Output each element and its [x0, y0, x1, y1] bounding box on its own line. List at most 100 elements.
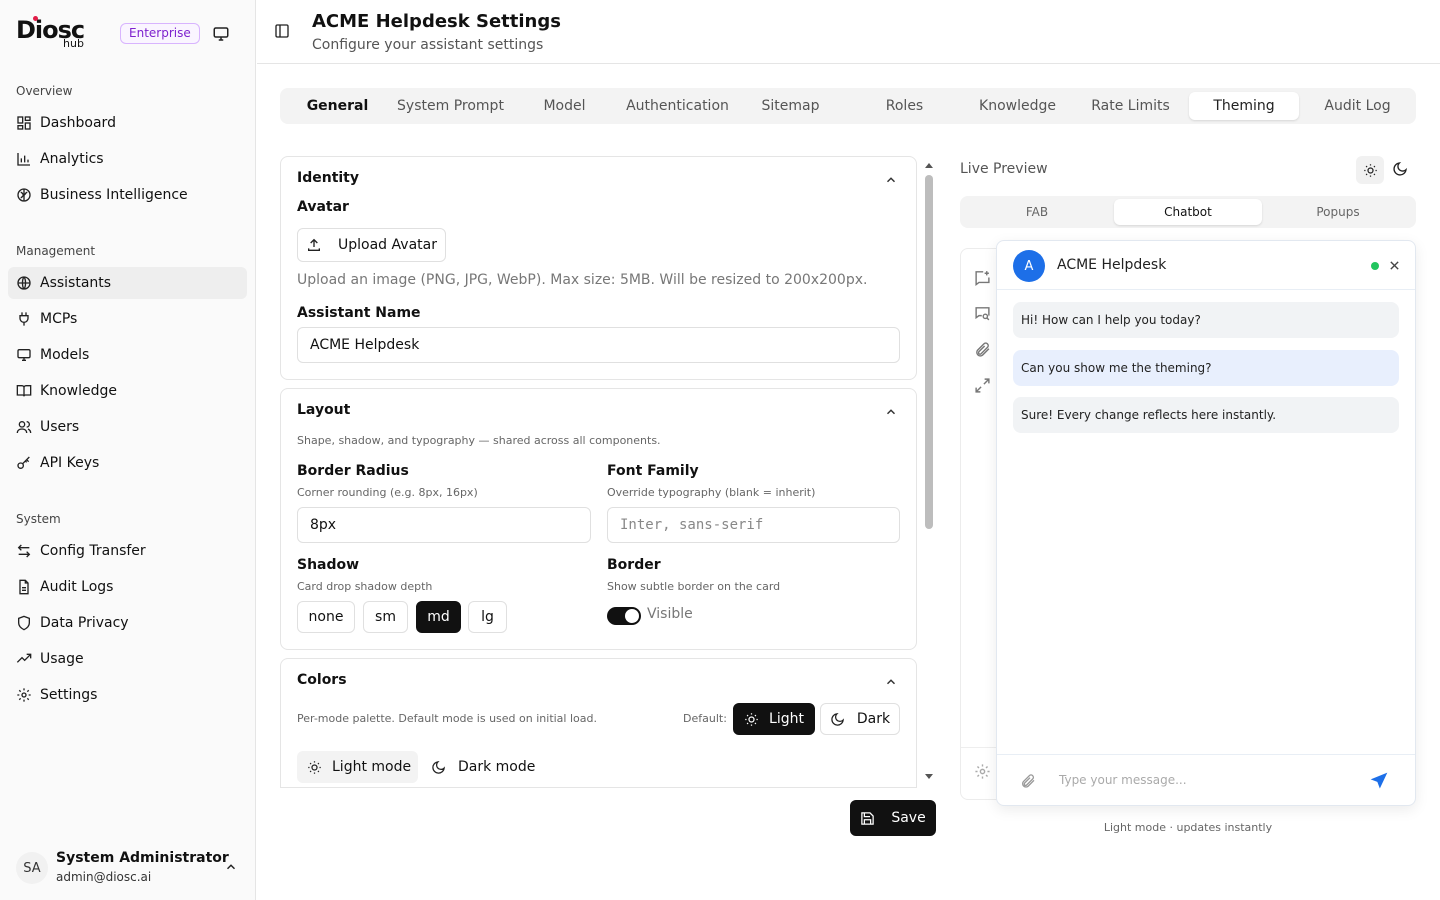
preview-footer: Light mode · updates instantly: [1103, 821, 1273, 834]
sidebar-item-business-intelligence[interactable]: Business Intelligence: [8, 179, 247, 211]
shadow-option-md[interactable]: md: [416, 601, 461, 633]
new-chat-icon[interactable]: [974, 269, 991, 286]
tab-model[interactable]: Model: [509, 92, 620, 120]
default-light-button[interactable]: Light: [733, 703, 815, 735]
scroll-divider: [280, 787, 917, 788]
shadow-option-none[interactable]: none: [297, 601, 355, 633]
save-icon: [860, 811, 875, 826]
key-icon: [16, 455, 32, 471]
paperclip-icon[interactable]: [1020, 773, 1036, 789]
avatar: SA: [16, 852, 48, 884]
sidebar-item-label: Audit Logs: [40, 579, 114, 595]
attachment-icon[interactable]: [974, 341, 991, 358]
settings-gear-icon[interactable]: [974, 763, 991, 780]
sidebar-item-data-privacy[interactable]: Data Privacy: [8, 607, 247, 639]
upload-avatar-button[interactable]: Upload Avatar: [297, 228, 446, 262]
assistant-name-input[interactable]: ACME Helpdesk: [297, 327, 900, 363]
close-icon[interactable]: [1389, 260, 1400, 271]
chat-input-bar: Type your message...: [997, 754, 1415, 806]
brand-logo[interactable]: Diosc hub: [16, 16, 85, 49]
sidebar-item-api-keys[interactable]: API Keys: [8, 447, 247, 479]
shadow-option-sm[interactable]: sm: [363, 601, 408, 633]
send-icon[interactable]: [1369, 771, 1389, 791]
shadow-option-lg[interactable]: lg: [468, 601, 507, 633]
sidebar-toggle-icon[interactable]: [274, 23, 290, 39]
sidebar-item-settings[interactable]: Settings: [8, 679, 247, 711]
online-indicator: [1371, 262, 1379, 270]
default-dark-button[interactable]: Dark: [820, 703, 900, 735]
chevron-up-icon: [224, 860, 238, 874]
sidebar-item-knowledge[interactable]: Knowledge: [8, 375, 247, 407]
sidebar-item-usage[interactable]: Usage: [8, 643, 247, 675]
sidebar-item-dashboard[interactable]: Dashboard: [8, 107, 247, 139]
border-visible-toggle[interactable]: [607, 607, 641, 625]
settings-scrollbar[interactable]: [922, 157, 936, 787]
brand-sub: hub: [63, 37, 84, 50]
preview-tabs: FAB Chatbot Popups: [960, 196, 1416, 228]
user-message: Can you show me the theming?: [1013, 350, 1399, 386]
section-overview: Overview: [16, 84, 73, 98]
sidebar-item-audit-logs[interactable]: Audit Logs: [8, 571, 247, 603]
save-label: Save: [891, 810, 926, 826]
sidebar-item-models[interactable]: Models: [8, 339, 247, 371]
border-toggle-label: Visible: [647, 606, 693, 622]
gear-icon: [16, 687, 32, 703]
chevron-up-icon[interactable]: [884, 405, 898, 419]
light-mode-tab[interactable]: Light mode: [297, 751, 418, 783]
shadow-hint: Card drop shadow depth: [297, 580, 433, 593]
sidebar-item-mcps[interactable]: MCPs: [8, 303, 247, 335]
default-dark-label: Dark: [856, 711, 891, 727]
chat-header: A ACME Helpdesk: [997, 241, 1415, 290]
sidebar-item-label: MCPs: [40, 311, 78, 327]
bot-message: Hi! How can I help you today?: [1013, 302, 1399, 338]
chat-input[interactable]: Type your message...: [1059, 773, 1187, 787]
tab-authentication[interactable]: Authentication: [622, 92, 733, 120]
identity-title: Identity: [297, 170, 360, 186]
sidebar-item-analytics[interactable]: Analytics: [8, 143, 247, 175]
chevron-up-icon[interactable]: [884, 675, 898, 689]
font-family-label: Font Family: [607, 463, 699, 479]
save-button[interactable]: Save: [850, 800, 936, 836]
chevron-up-icon[interactable]: [884, 173, 898, 187]
sidebar-item-label: Models: [40, 347, 90, 363]
sidebar-item-users[interactable]: Users: [8, 411, 247, 443]
preview-tab-chatbot[interactable]: Chatbot: [1114, 199, 1262, 225]
tab-theming[interactable]: Theming: [1189, 92, 1299, 120]
tab-sitemap[interactable]: Sitemap: [735, 92, 846, 120]
tab-general[interactable]: General: [282, 92, 393, 120]
bot-avatar: A: [1013, 250, 1045, 282]
preview-tab-fab[interactable]: FAB: [963, 199, 1111, 225]
tab-system-prompt[interactable]: System Prompt: [395, 92, 506, 120]
scrollbar-thumb[interactable]: [925, 175, 933, 529]
font-family-input[interactable]: Inter, sans-serif: [607, 507, 900, 543]
sidebar-item-label: Assistants: [40, 275, 112, 291]
expand-icon[interactable]: [974, 377, 991, 394]
user-name: System Administrator: [56, 850, 229, 866]
tab-rate-limits[interactable]: Rate Limits: [1075, 92, 1186, 120]
sun-icon: [1363, 163, 1378, 178]
book-icon: [16, 383, 32, 399]
page-subtitle: Configure your assistant settings: [312, 37, 544, 53]
monitor-icon[interactable]: [212, 25, 230, 43]
upload-icon: [306, 237, 322, 253]
sun-icon: [744, 712, 759, 727]
sidebar-item-config-transfer[interactable]: Config Transfer: [8, 535, 247, 567]
search-chat-icon[interactable]: [974, 305, 991, 322]
tab-audit-log[interactable]: Audit Log: [1302, 92, 1413, 120]
preview-tab-popups[interactable]: Popups: [1264, 199, 1412, 225]
moon-icon[interactable]: [1392, 161, 1408, 177]
assistant-name-label: Assistant Name: [297, 305, 421, 321]
dark-mode-tab[interactable]: Dark mode: [431, 751, 535, 783]
user-menu[interactable]: SA System Administrator admin@diosc.ai: [16, 848, 240, 888]
tab-roles[interactable]: Roles: [849, 92, 960, 120]
live-preview-title: Live Preview: [960, 161, 1048, 177]
border-radius-input[interactable]: 8px: [297, 507, 591, 543]
tab-knowledge[interactable]: Knowledge: [962, 92, 1073, 120]
preview-light-button[interactable]: [1356, 156, 1384, 184]
layout-card: Layout Shape, shadow, and typography — s…: [280, 388, 917, 650]
layout-description: Shape, shadow, and typography — shared a…: [297, 434, 661, 447]
default-light-label: Light: [769, 711, 804, 727]
identity-card: Identity Avatar Upload Avatar Upload an …: [280, 156, 917, 380]
sidebar-item-assistants[interactable]: Assistants: [8, 267, 247, 299]
globe-icon: [16, 275, 32, 291]
